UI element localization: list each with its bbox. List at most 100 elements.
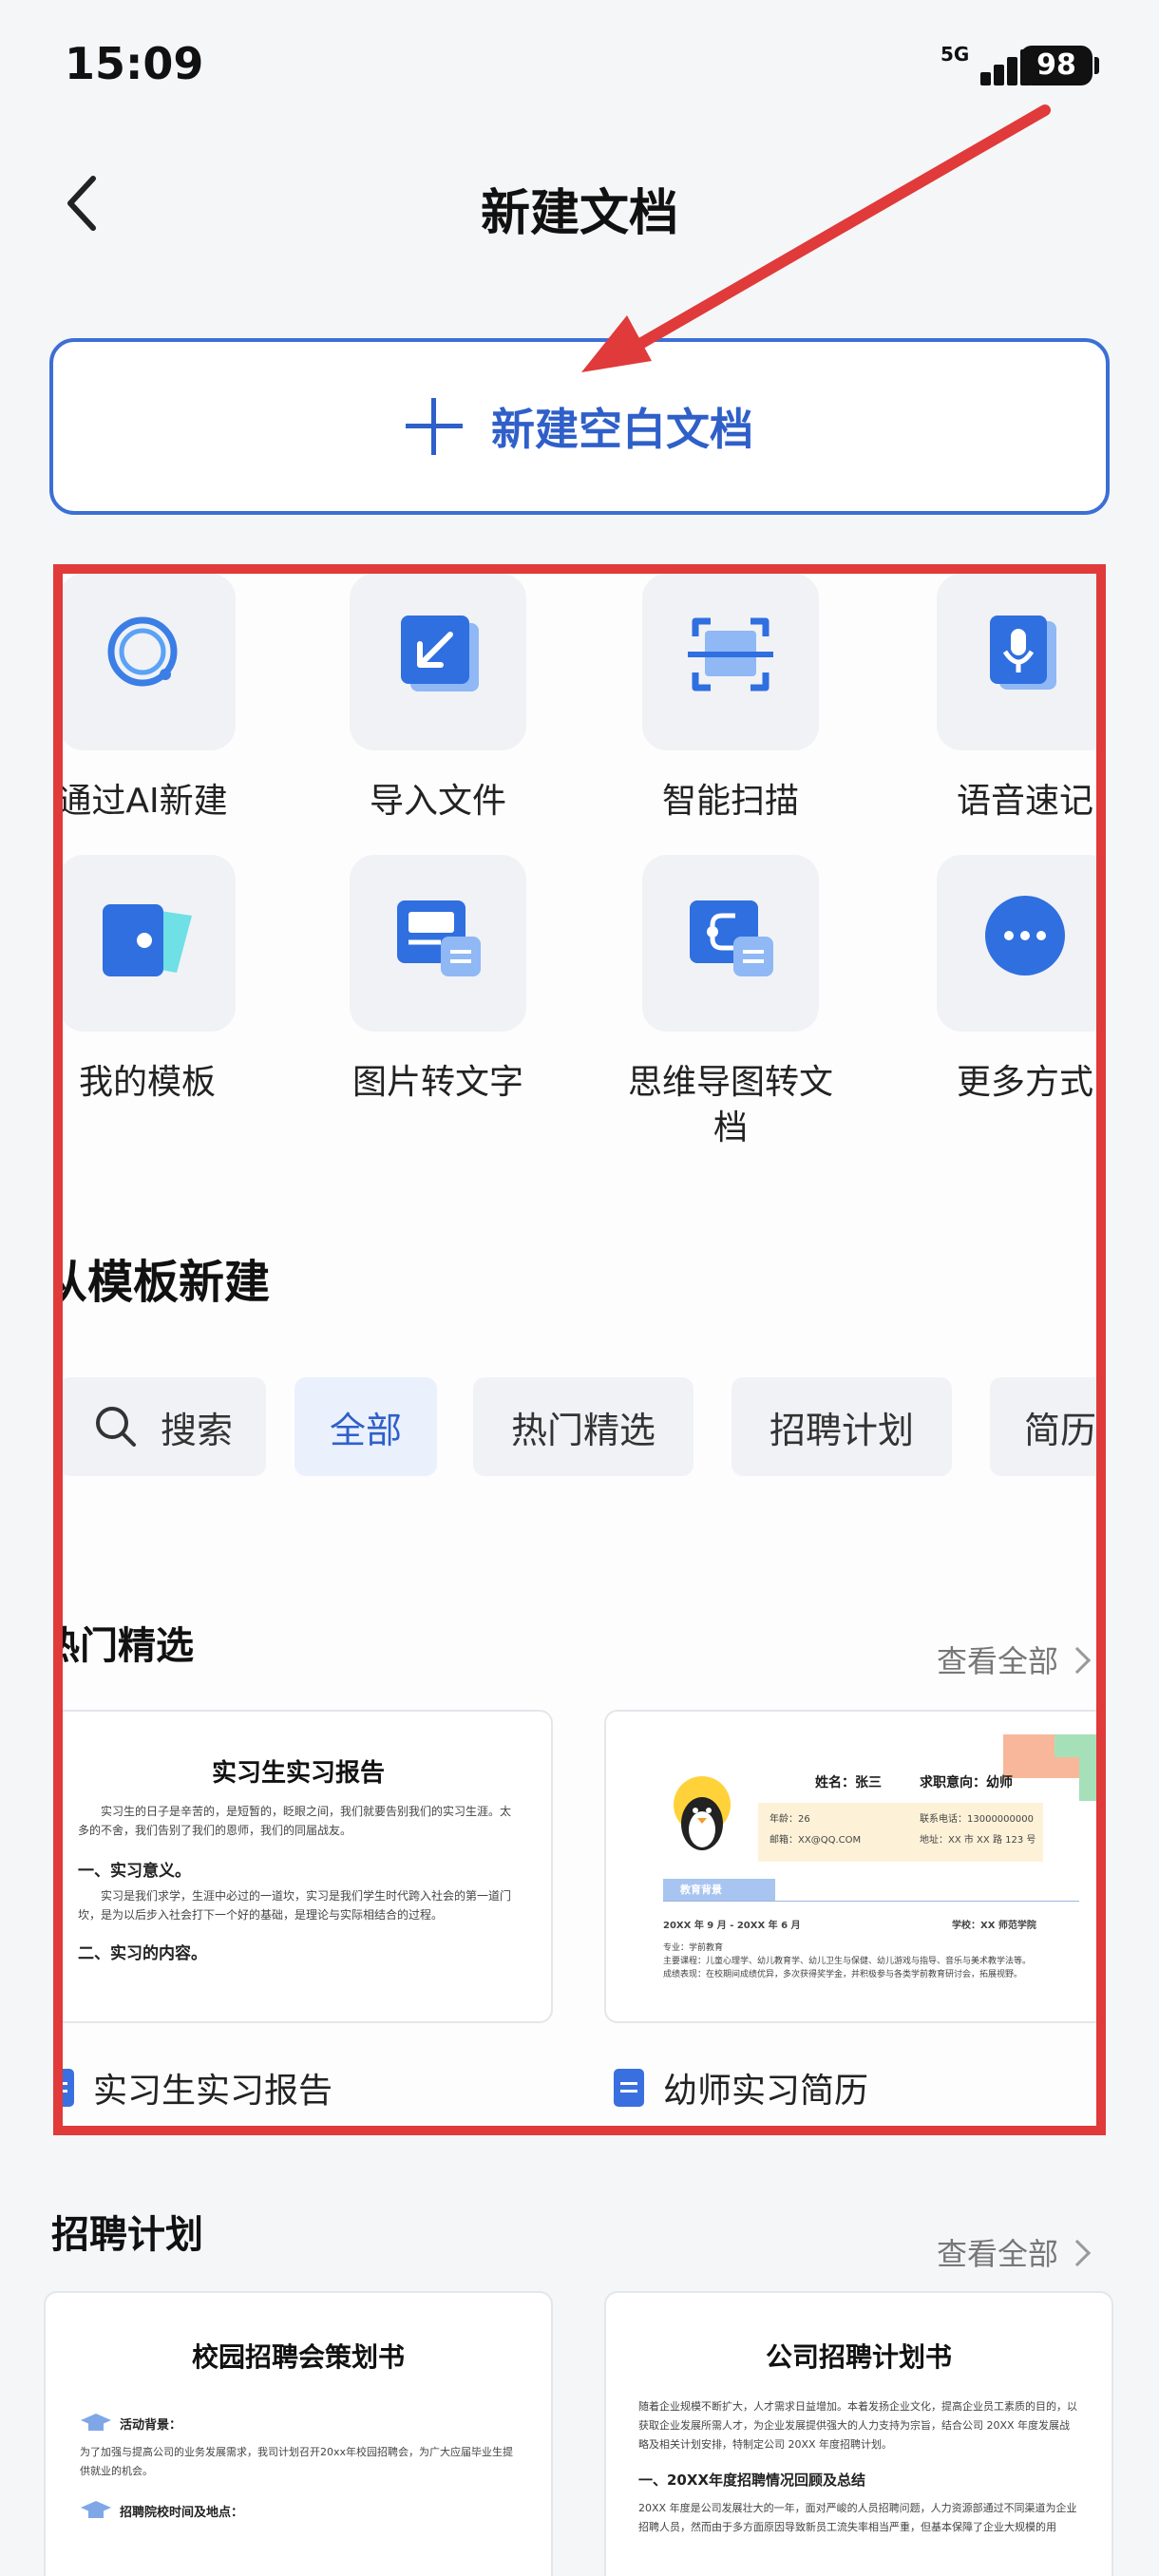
tool-tile	[63, 855, 236, 1032]
doc-paragraph: 实习生的日子是辛苦的，是短暂的，眨眼之间，我们就要告别我们的实习生涯。太多的不舍…	[78, 1805, 512, 1837]
tool-tile	[63, 574, 236, 750]
tool-label: 智能扫描	[661, 782, 799, 821]
graduation-cap-icon	[81, 2501, 111, 2518]
tool-import-file[interactable]: 导入文件	[348, 574, 528, 824]
mindmap-to-doc-icon	[690, 900, 773, 976]
tool-smart-scan[interactable]: 智能扫描	[640, 574, 821, 824]
template-name-internship-report[interactable]: 实习生实习报告	[63, 2063, 333, 2112]
status-time: 15:09	[65, 38, 204, 89]
tool-label: 通过AI新建	[57, 782, 228, 821]
resume-courses: 主要课程：儿童心理学、幼儿教育学、幼儿卫生与保健、幼儿游戏与指导、音乐与美术教学…	[663, 1957, 1032, 1966]
template-card-internship-report[interactable]: 实习生实习报告 实习生的日子是辛苦的，是短暂的，眨眼之间，我们就要告别我们的实习…	[63, 1710, 553, 2023]
template-cards-icon	[103, 904, 192, 976]
highlight-frame: 通过AI新建 导入文件 智能扫描 语音速记 我的模板 图片转文字 思维导图转文档…	[53, 564, 1106, 2135]
tool-more-options[interactable]: 更多方式	[935, 855, 1096, 1106]
see-all-label: 查看全部	[937, 2236, 1059, 2272]
template-card-company-recruit[interactable]: 公司招聘计划书 随着企业规模不断扩大，人才需求日益增加。本着发扬企业文化，提高企…	[604, 2291, 1113, 2576]
image-to-text-icon	[397, 900, 481, 976]
tool-ai-create[interactable]: 通过AI新建	[63, 574, 238, 824]
filter-tab-recruit[interactable]: 招聘计划	[732, 1377, 952, 1476]
scan-frame-icon	[688, 617, 773, 691]
search-label: 搜索	[160, 1409, 233, 1451]
penguin-avatar-icon	[674, 1776, 731, 1850]
doc-heading: 二、实习的内容。	[78, 1944, 207, 1963]
tool-label: 导入文件	[369, 782, 506, 821]
doc-subheading: 活动背景：	[80, 2413, 517, 2434]
doc-heading: 一、实习意义。	[78, 1862, 191, 1881]
ai-ring-icon	[107, 616, 178, 687]
filter-tab-all[interactable]: 全部	[294, 1377, 437, 1476]
chevron-right-icon	[1063, 1646, 1092, 1675]
doc-title: 校园招聘会策划书	[191, 2341, 405, 2373]
new-blank-document-button[interactable]: 新建空白文档	[49, 338, 1110, 515]
template-name-label: 幼师实习简历	[663, 2072, 869, 2111]
tool-label: 语音速记	[956, 782, 1093, 821]
network-type: 5G	[940, 43, 970, 66]
tool-tile	[350, 574, 526, 750]
tool-tile	[937, 574, 1096, 750]
recruit-section-title: 招聘计划	[51, 2213, 203, 2257]
resume-age: 年龄：26	[770, 1814, 810, 1825]
battery-icon: 98	[1020, 46, 1092, 85]
template-name-label: 实习生实习报告	[93, 2072, 333, 2111]
graduation-cap-icon	[81, 2414, 111, 2431]
filter-tab-hot[interactable]: 热门精选	[473, 1377, 694, 1476]
from-template-title: 从模板新建	[53, 1256, 271, 1309]
template-card-campus-recruit[interactable]: 校园招聘会策划书 活动背景： 为了加强与提高公司的业务发展需求，我司计划召开20…	[44, 2291, 553, 2576]
hot-see-all-link[interactable]: 查看全部	[937, 1638, 1092, 1681]
template-card-preschool-resume[interactable]: 姓名：张三 求职意向：幼师 年龄：26 联系电话：13000000000 邮箱：…	[604, 1710, 1096, 2023]
chevron-right-icon	[1063, 2239, 1092, 2267]
tool-my-templates[interactable]: 我的模板	[63, 855, 238, 1106]
import-arrow-icon	[401, 616, 479, 691]
resume-edu-heading: 教育背景	[663, 1879, 775, 1902]
resume-address: 地址：XX 市 XX 路 123 号	[920, 1835, 1036, 1846]
template-search-button[interactable]: 搜索	[63, 1377, 266, 1476]
tool-label: 思维导图转文档	[627, 1063, 833, 1147]
filter-tab-resume[interactable]: 简历	[990, 1377, 1096, 1476]
tool-tile	[937, 855, 1096, 1032]
doc-paragraph: 随着企业规模不断扩大，人才需求日益增加。本着发扬企业文化，提高企业员工素质的目的…	[638, 2400, 1077, 2451]
doc-title: 实习生实习报告	[211, 1759, 385, 1788]
resume-email: 邮箱：XX@QQ.COM	[770, 1835, 862, 1846]
doc-subheading: 招聘院校时间及地点：	[80, 2500, 517, 2521]
decor-block	[1054, 1734, 1096, 1757]
tool-image-to-text[interactable]: 图片转文字	[348, 855, 528, 1106]
tool-mindmap-to-doc[interactable]: 思维导图转文档	[628, 855, 833, 1151]
tool-tile	[350, 855, 526, 1032]
recruit-see-all-link[interactable]: 查看全部	[937, 2230, 1092, 2274]
resume-phone: 联系电话：13000000000	[920, 1814, 1034, 1825]
microphone-icon	[990, 616, 1056, 690]
more-dots-icon	[985, 896, 1065, 975]
resume-grades: 成绩表现：在校期间成绩优异，多次获得奖学金，并积极参与各类学前教育研讨会，拓展视…	[663, 1970, 1023, 1979]
nav-bar: 新建文档	[0, 152, 1159, 256]
edu-heading-label: 教育背景	[680, 1884, 722, 1896]
doc-heading: 一、20XX年度招聘情况回顾及总结	[638, 2472, 866, 2489]
search-icon	[95, 1407, 136, 1447]
tool-label: 我的模板	[78, 1063, 216, 1102]
status-bar: 15:09 5G 98	[0, 0, 1159, 133]
see-all-label: 查看全部	[937, 1643, 1059, 1679]
decor-block	[1079, 1757, 1096, 1801]
resume-major: 专业：学前教育	[663, 1943, 724, 1953]
new-blank-document-label: 新建空白文档	[491, 404, 753, 455]
doc-paragraph: 实习是我们求学，生涯中必过的一道坎，实习是我们学生时代跨入社会的第一道门坎，是为…	[78, 1889, 512, 1922]
resume-period: 20XX 年 9 月 - 20XX 年 6 月	[663, 1921, 801, 1931]
recruit-section: 招聘计划 查看全部 校园招聘会策划书 活动背景： 为了加强与提高公司的业务发展需…	[0, 2147, 1159, 2576]
doc-paragraph: 20XX 年度是公司发展壮大的一年，面对严峻的人员招聘问题，人力资源部通过不同渠…	[638, 2502, 1077, 2533]
tool-label: 图片转文字	[352, 1063, 523, 1102]
document-icon	[614, 2069, 644, 2107]
resume-school: 学校：XX 师范学院	[952, 1921, 1036, 1931]
document-icon	[63, 2069, 74, 2107]
tool-tile	[642, 855, 819, 1032]
resume-divider	[663, 1901, 1079, 1902]
template-name-preschool-resume[interactable]: 幼师实习简历	[614, 2063, 868, 2112]
hot-section-title: 热门精选	[53, 1624, 194, 1668]
tool-voice-note[interactable]: 语音速记	[935, 574, 1096, 824]
tool-tile	[642, 574, 819, 750]
tool-label: 更多方式	[956, 1063, 1093, 1102]
doc-paragraph: 为了加强与提高公司的业务发展需求，我司计划召开20xx年校园招聘会，为广大应届毕…	[80, 2446, 514, 2477]
page-title: 新建文档	[480, 185, 678, 242]
doc-title: 公司招聘计划书	[765, 2341, 952, 2373]
plus-icon	[406, 398, 463, 455]
resume-intent: 求职意向：幼师	[920, 1775, 1013, 1790]
